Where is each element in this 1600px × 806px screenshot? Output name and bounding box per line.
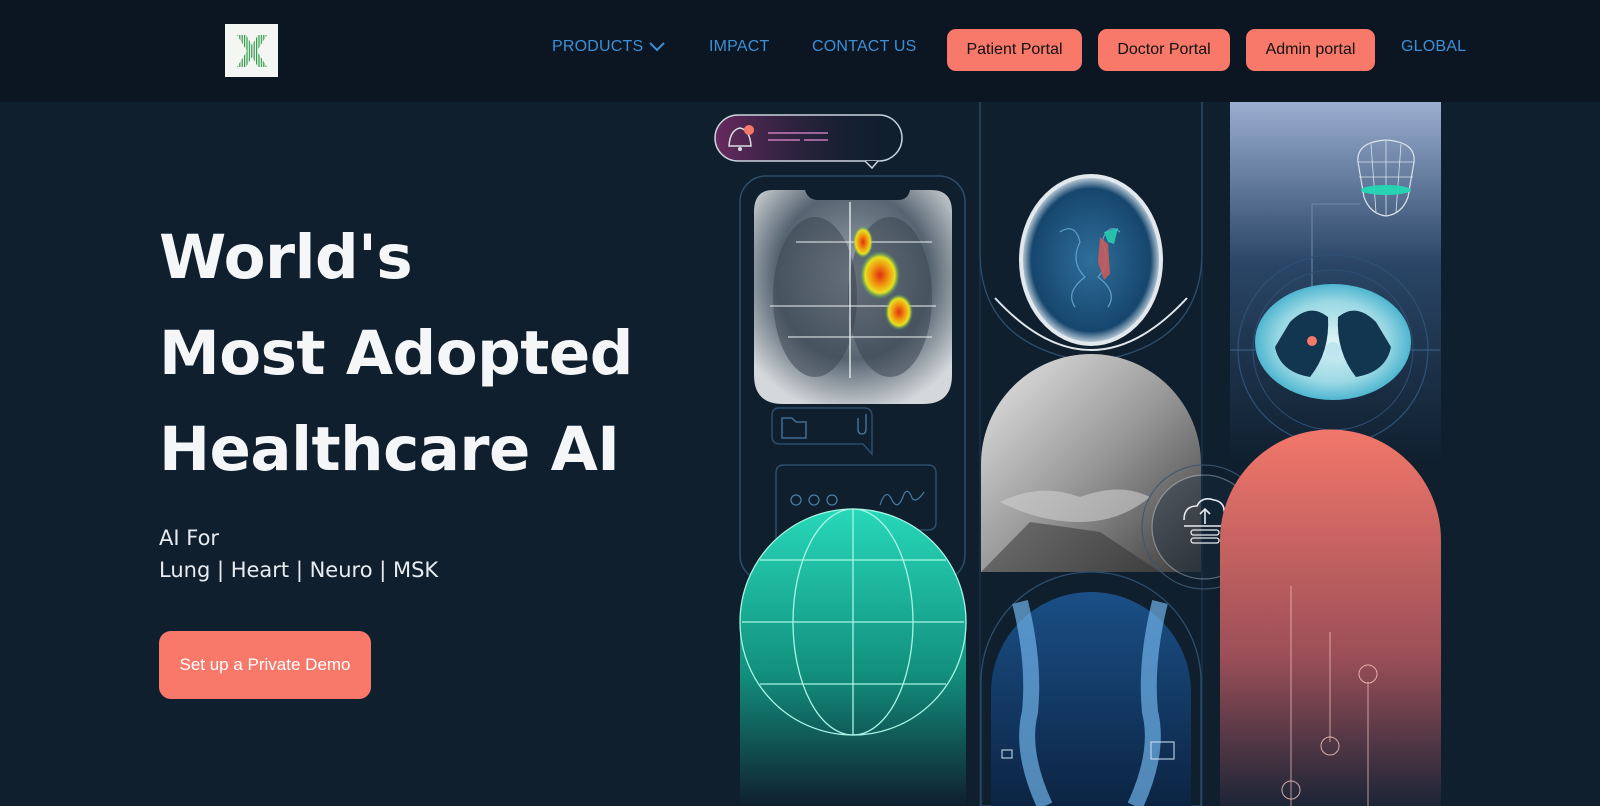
hero-title-line-3: Healthcare AI <box>159 414 620 485</box>
hero-subtitle-line-2: Lung | Heart | Neuro | MSK <box>159 558 439 582</box>
nav-impact[interactable]: IMPACT <box>709 38 769 56</box>
nav-products-label: PRODUCTS <box>552 38 644 55</box>
chest-xray <box>754 190 952 404</box>
coral-arch <box>1220 429 1441 806</box>
chat-card-folder <box>771 407 873 456</box>
paperclip-icon <box>857 414 867 435</box>
nav-global[interactable]: GLOBAL <box>1401 38 1466 56</box>
globe <box>739 508 967 806</box>
hero-title-line-1: World's <box>159 222 413 293</box>
brain-scan <box>994 174 1188 351</box>
knee-xray <box>980 571 1202 806</box>
hero-title-line-2: Most Adopted <box>159 318 633 389</box>
chevron-down-icon <box>649 42 666 52</box>
nav-products[interactable]: PRODUCTS <box>552 38 666 56</box>
top-navbar: PRODUCTS IMPACT CONTACT US Patient Porta… <box>0 0 1600 102</box>
nav-contact-us[interactable]: CONTACT US <box>812 38 917 56</box>
hero-illustration <box>714 102 1441 806</box>
logo[interactable] <box>225 24 278 77</box>
logo-x-icon <box>236 34 267 67</box>
hero-subtitle-line-1: AI For <box>159 526 220 550</box>
folder-icon <box>781 417 807 439</box>
right-column-scans <box>1230 102 1441 462</box>
doctor-portal-button[interactable]: Doctor Portal <box>1098 29 1230 71</box>
patient-portal-button[interactable]: Patient Portal <box>947 29 1082 71</box>
notification-bubble <box>714 114 903 170</box>
admin-portal-button[interactable]: Admin portal <box>1246 29 1375 71</box>
private-demo-button[interactable]: Set up a Private Demo <box>159 631 371 699</box>
